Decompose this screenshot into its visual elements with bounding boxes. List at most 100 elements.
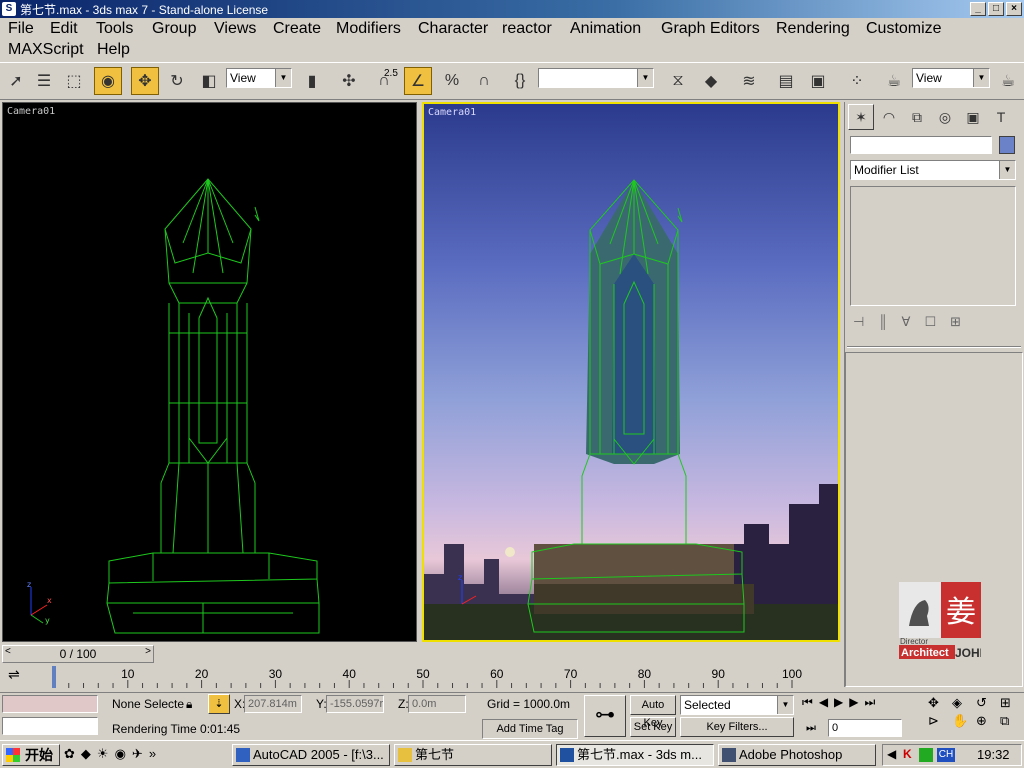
rotate-icon[interactable]: ↻ [163,67,191,95]
next-key-icon[interactable]: ▶︎ [849,695,858,710]
utilities-icon[interactable]: T [988,104,1014,130]
configure-sets-icon[interactable]: ⊞ [950,314,961,330]
render-view-dropdown[interactable]: View ▼ [912,68,990,88]
menu-customize[interactable]: Customize [864,18,944,40]
dolly-icon[interactable]: ⊕ [976,713,998,729]
current-frame-field[interactable]: 0 [828,719,902,737]
pivot-icon[interactable]: ▮ [298,67,326,95]
manipulate-icon[interactable]: ✣ [335,67,363,95]
add-time-tag-button[interactable]: Add Time Tag [482,719,578,739]
lock-icon[interactable]: 🔒︎ [186,695,192,713]
menu-file[interactable]: File [6,18,36,40]
task-3dsmax[interactable]: 第七节.max - 3ds m... [556,744,714,766]
object-name-field[interactable] [850,136,992,154]
display-icon[interactable]: ▣ [960,104,986,130]
go-to-start-icon[interactable]: ⏮ [802,695,813,710]
key-mode-toggle-icon[interactable]: ⏭ [806,719,816,737]
schematic-icon[interactable]: ▣ [804,67,832,95]
tray-app-icon[interactable] [919,748,933,762]
y-coordinate[interactable]: -155.0597r [326,695,384,713]
menu-rendering[interactable]: Rendering [774,18,852,40]
align-icon[interactable]: ◆ [697,67,725,95]
material-editor-icon[interactable]: ⁘ [843,67,871,95]
quick-launch-icon[interactable]: ✈ [132,746,143,762]
close-button[interactable]: × [1006,2,1022,16]
play-icon[interactable]: ▶︎ [834,695,843,710]
move-icon[interactable]: ✥ [131,67,159,95]
antivirus-icon[interactable]: K [903,747,912,761]
menu-maxscript[interactable]: MAXScript [6,39,86,61]
time-slider[interactable]: < 0 / 100 > [2,645,154,663]
select-icon[interactable]: ➚ [2,67,30,95]
pin-stack-icon[interactable]: ⊣ [853,314,864,330]
motion-icon[interactable]: ◎ [932,104,958,130]
viewport-camera-wireframe[interactable]: Camera01 z x y [2,102,417,642]
minimize-button[interactable]: _ [970,2,986,16]
set-key-button[interactable]: Set Key [630,717,676,737]
create-icon[interactable]: ✶ [848,104,874,130]
maxscript-listener-bottom[interactable] [2,717,98,735]
z-coordinate[interactable]: 0.0m [408,695,466,713]
mirror-icon[interactable]: ⧖ [664,67,692,95]
quick-render-icon[interactable]: ☕ [994,67,1022,95]
named-selection-dropdown[interactable]: ▼ [538,68,654,88]
volume-icon[interactable]: ◀ [887,747,896,761]
menu-animation[interactable]: Animation [568,18,643,40]
make-unique-icon[interactable]: ∀ [902,314,911,330]
modifier-stack[interactable] [850,186,1016,306]
named-sel-icon[interactable]: {} [506,67,534,95]
layer-icon[interactable]: ≋ [735,67,763,95]
next-frame-icon[interactable]: > [145,646,151,657]
menu-character[interactable]: Character [416,18,490,40]
track-bar[interactable]: ⇌ 10 20 30 40 50 60 70 80 90 100 [2,664,842,692]
orbit-icon[interactable]: ◈ [952,695,974,711]
quick-launch-icon[interactable]: ◉ [115,746,126,762]
start-button[interactable]: 开始 [2,744,60,766]
menu-modifiers[interactable]: Modifiers [334,18,403,40]
fov-icon[interactable]: ⊳ [928,713,950,729]
truck-icon[interactable]: ✋ [952,713,974,729]
task-autocad[interactable]: AutoCAD 2005 - [f:\3... [232,744,390,766]
maximize-button[interactable]: □ [988,2,1004,16]
curve-editor-icon[interactable]: ▤ [772,67,800,95]
scale-icon[interactable]: ◧ [195,67,223,95]
go-to-end-icon[interactable]: ⏭ [865,695,876,710]
zoom-extents-icon[interactable]: ⊞ [1000,695,1022,711]
ref-coord-dropdown[interactable]: View ▼ [226,68,292,88]
render-scene-icon[interactable]: ☕ [880,67,908,95]
rect-region-icon[interactable]: ⬚ [60,67,88,95]
viewport-camera-shaded[interactable]: Camera01 z [422,102,840,642]
task-photoshop[interactable]: Adobe Photoshop [718,744,876,766]
previous-key-icon[interactable]: ◀︎ [819,695,828,710]
quick-launch-icon[interactable]: ◆ [81,746,91,762]
modify-icon[interactable]: ◠ [876,104,902,130]
show-end-result-icon[interactable]: ║ [878,314,887,330]
set-key-icon[interactable]: ⊶ [584,695,626,737]
x-coordinate[interactable]: 207.814m [244,695,302,713]
pan-icon[interactable]: ✥ [928,695,950,711]
roll-icon[interactable]: ↺ [976,695,998,711]
quick-launch-icon[interactable]: ☀ [97,746,109,762]
menu-group[interactable]: Group [150,18,198,40]
3dsmax-app-icon[interactable]: S [2,2,16,16]
menu-help[interactable]: Help [95,39,132,61]
absolute-mode-icon[interactable]: ⇣ [208,694,230,714]
menu-views[interactable]: Views [212,18,258,40]
menu-reactor[interactable]: reactor [500,18,554,40]
language-indicator[interactable]: CH [937,748,955,762]
menu-graph-editors[interactable]: Graph Editors [659,18,762,40]
modifier-list-dropdown[interactable]: Modifier List ▼ [850,160,1016,180]
percent-snap-icon[interactable]: % [438,67,466,95]
key-filters-button[interactable]: Key Filters... [680,717,794,737]
maximize-viewport-icon[interactable]: ⧉ [1000,713,1022,729]
maxscript-listener-top[interactable] [2,695,98,713]
hierarchy-icon[interactable]: ⧉ [904,104,930,130]
key-mode-dropdown[interactable]: Selected ▼ [680,695,794,715]
angle-snap-icon[interactable]: ∠ [404,67,432,95]
auto-key-button[interactable]: Auto Key [630,695,676,729]
object-color-swatch[interactable] [999,136,1015,154]
more-icon[interactable]: » [149,746,156,762]
remove-modifier-icon[interactable]: ☐ [924,314,936,330]
task-folder[interactable]: 第七节 [394,744,552,766]
quick-launch-icon[interactable]: ✿ [64,746,75,762]
